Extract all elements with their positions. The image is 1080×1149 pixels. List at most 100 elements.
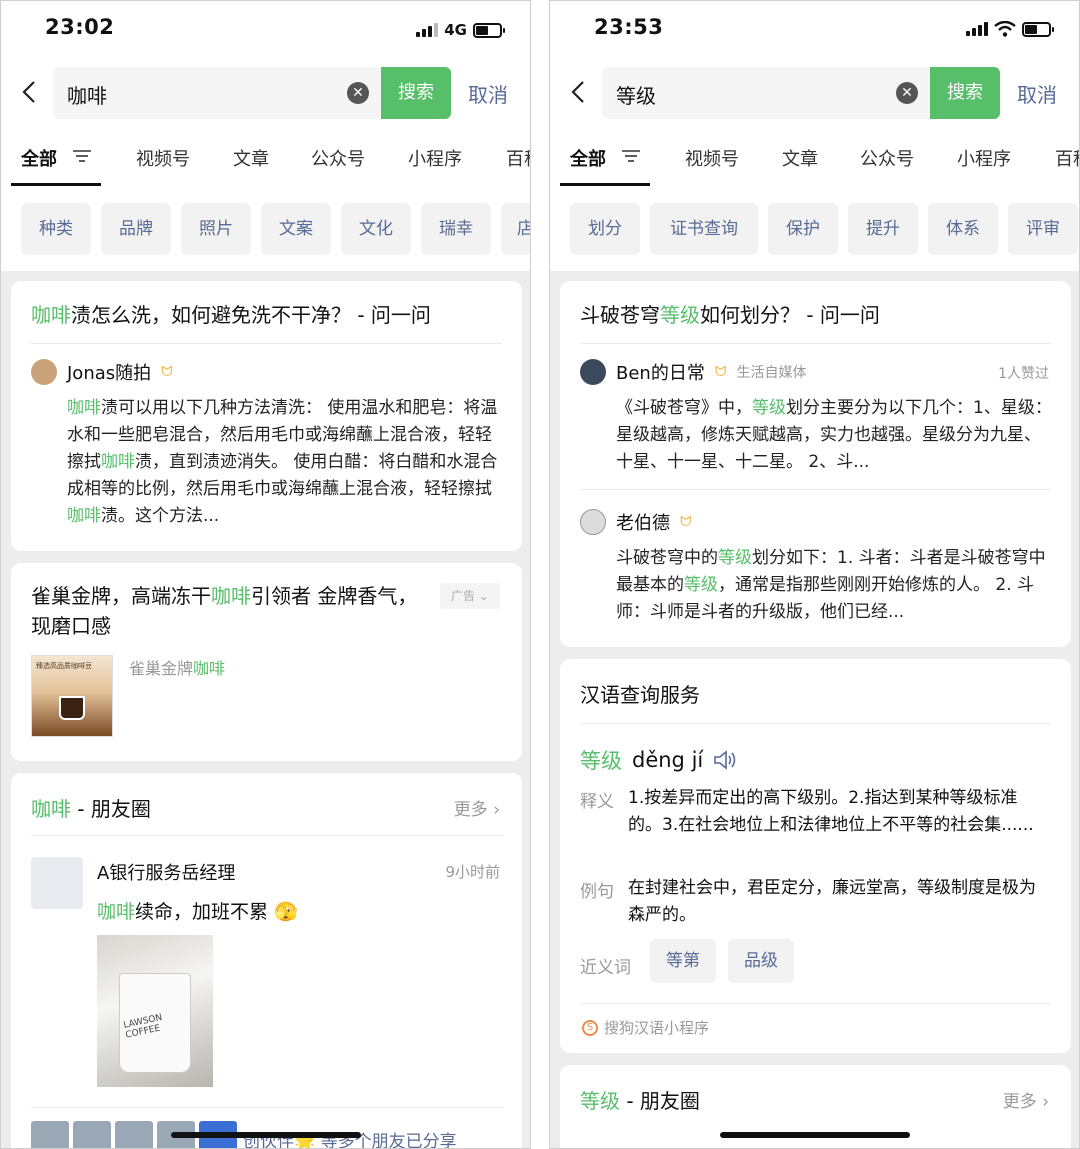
divider — [580, 489, 1051, 490]
tab-articles[interactable]: 文章 — [782, 145, 818, 171]
post-photo[interactable]: LAWSON COFFEE — [97, 935, 213, 1087]
answer-snippet[interactable]: 咖啡渍可以用以下几种方法清洗： 使用温水和肥皂：将温水和一些肥皂混合，然后用毛巾… — [67, 395, 507, 530]
result-title[interactable]: 咖啡渍怎么洗，如何避免洗不干净？ - 问一问 — [31, 299, 431, 328]
divider — [31, 835, 502, 836]
synonym-chip[interactable]: 品级 — [728, 939, 794, 983]
more-link[interactable]: 更多 › — [454, 795, 500, 820]
ad-brand[interactable]: 雀巢金牌咖啡 — [129, 655, 225, 679]
tab-accounts[interactable]: 公众号 — [860, 145, 914, 171]
tab-miniprograms[interactable]: 小程序 — [957, 145, 1011, 171]
chip[interactable]: 照片 — [181, 203, 251, 255]
tab-encyclopedia[interactable]: 百科 — [1055, 145, 1079, 171]
likes-count: 1人赞过 — [998, 366, 1049, 382]
search-button[interactable]: 搜索 — [381, 67, 451, 119]
creator-badge-icon: ᗢ — [680, 514, 692, 530]
synonym-chip[interactable]: 等第 — [650, 939, 716, 983]
clear-icon[interactable]: ✕ — [896, 82, 918, 104]
chip[interactable]: 种类 — [21, 203, 91, 255]
cup-icon: LAWSON COFFEE — [119, 973, 191, 1073]
chip[interactable]: 文化 — [341, 203, 411, 255]
filter-icon[interactable] — [622, 149, 640, 163]
search-input[interactable]: 咖啡 — [67, 80, 107, 109]
chip[interactable]: 评审 — [1008, 203, 1078, 255]
chip[interactable]: 瑞幸 — [421, 203, 491, 255]
speaker-icon[interactable] — [713, 750, 737, 770]
result-title[interactable]: 斗破苍穹等级如何划分？ - 问一问 — [580, 299, 880, 328]
tab-channels[interactable]: 视频号 — [136, 145, 190, 171]
author-tag: 生活自媒体 — [736, 365, 807, 381]
cancel-button[interactable]: 取消 — [1017, 79, 1057, 108]
answer-author[interactable]: Jonas随拍 ᗢ — [31, 359, 173, 385]
tab-miniprograms[interactable]: 小程序 — [408, 145, 462, 171]
status-bar: 23:02 4G — [1, 1, 530, 59]
back-icon[interactable] — [19, 79, 41, 105]
divider — [580, 723, 1051, 724]
poster-name[interactable]: A银行服务岳经理 — [97, 859, 235, 885]
moments-title[interactable]: 咖啡 - 朋友圈 — [31, 793, 151, 822]
moments-title[interactable]: 等级 - 朋友圈 — [580, 1085, 700, 1114]
author-name: Jonas随拍 — [67, 363, 152, 384]
keyword-highlight: 等级 — [752, 398, 786, 418]
tab-accounts[interactable]: 公众号 — [311, 145, 365, 171]
cancel-button[interactable]: 取消 — [468, 79, 508, 108]
moments-card[interactable]: 咖啡 - 朋友圈 更多 › A银行服务岳经理 9小时前 咖啡续命，加班不累 🫣 … — [11, 773, 522, 1148]
ad-image-caption: 臻选高品质咖啡豆 — [36, 662, 92, 670]
ad-title[interactable]: 雀巢金牌，高端冻干咖啡引领者 金牌香气，现磨口感 — [31, 581, 431, 641]
example-label: 例句 — [580, 882, 614, 902]
avatar — [580, 359, 606, 385]
search-button[interactable]: 搜索 — [930, 67, 1000, 119]
status-icons: 4G — [416, 21, 505, 39]
keyword-highlight: 咖啡 — [67, 398, 101, 418]
emoji-icon: 🫣 — [268, 901, 298, 923]
snippet-text: 渍。这个方法... — [101, 506, 220, 526]
dictionary-card[interactable]: 汉语查询服务 等级 děng jí 释义 1.按差异而定出的高下级别。2.指达到… — [560, 659, 1071, 1053]
status-bar: 23:53 — [550, 1, 1079, 59]
chip[interactable]: 保护 — [768, 203, 838, 255]
search-input[interactable]: 等级 — [616, 80, 656, 109]
dictionary-source[interactable]: S 搜狗汉语小程序 — [582, 1017, 709, 1038]
status-icons — [966, 21, 1054, 37]
more-link[interactable]: 更多 › — [1003, 1087, 1049, 1112]
chip[interactable]: 文案 — [261, 203, 331, 255]
chip[interactable]: 店 — [501, 203, 530, 255]
answer-snippet[interactable]: 《斗破苍穹》中，等级划分主要分为以下几个：1、星级：星级越高，修炼天赋越高，实力… — [616, 395, 1056, 476]
filter-icon[interactable] — [73, 149, 91, 163]
sogou-logo-icon: S — [582, 1019, 598, 1036]
chip[interactable]: 证书查询 — [650, 203, 758, 255]
suggestion-chips: 划分 证书查询 保护 提升 体系 评审 — [550, 187, 1079, 271]
poster-avatar[interactable] — [31, 857, 83, 909]
qa-result-card[interactable]: 斗破苍穹等级如何划分？ - 问一问 Ben的日常 ᗢ 生活自媒体 1人赞过 《斗… — [560, 281, 1071, 647]
battery-icon — [1022, 21, 1054, 37]
chip[interactable]: 划分 — [570, 203, 640, 255]
shared-by-friends[interactable]: 创伙伴🌟 等多个朋友已分享 — [243, 1127, 457, 1148]
author-name: Ben的日常 — [616, 363, 705, 384]
search-box: 等级 ✕ 搜索 — [602, 67, 1000, 119]
tab-all[interactable]: 全部 — [21, 145, 57, 171]
answer-snippet[interactable]: 斗破苍穹中的等级划分如下：1. 斗者：斗者是斗破苍穹中最基本的等级，通常是指那些… — [616, 545, 1056, 626]
definition-text: 1.按差异而定出的高下级别。2.指达到某种等级标准的。3.在社会地位上和法律地位… — [628, 788, 1034, 835]
tab-channels[interactable]: 视频号 — [685, 145, 739, 171]
post-text: 咖啡续命，加班不累 🫣 — [97, 901, 298, 923]
tab-encyclopedia[interactable]: 百科 — [506, 145, 530, 171]
back-icon[interactable] — [568, 79, 590, 105]
ad-tag[interactable]: 广告 ⌄ — [440, 583, 500, 609]
battery-icon — [473, 22, 505, 38]
keyword-highlight: 咖啡 — [67, 506, 101, 526]
ad-image[interactable]: 臻选高品质咖啡豆 — [31, 655, 113, 737]
divider — [31, 1107, 502, 1108]
tab-articles[interactable]: 文章 — [233, 145, 269, 171]
answer-author[interactable]: Ben的日常 ᗢ 生活自媒体 — [580, 359, 806, 385]
word-entry: 等级 děng jí — [580, 745, 737, 775]
search-box: 咖啡 ✕ 搜索 — [53, 67, 451, 119]
chip[interactable]: 体系 — [928, 203, 998, 255]
tab-all[interactable]: 全部 — [570, 145, 606, 171]
pinyin: děng jí — [632, 748, 704, 772]
signal-icon — [966, 22, 988, 36]
clear-icon[interactable]: ✕ — [347, 82, 369, 104]
chip[interactable]: 提升 — [848, 203, 918, 255]
author-name: 老伯德 — [616, 513, 670, 534]
answer-author[interactable]: 老伯德 ᗢ — [580, 509, 692, 535]
ad-card[interactable]: 雀巢金牌，高端冻干咖啡引领者 金牌香气，现磨口感 广告 ⌄ 臻选高品质咖啡豆 雀… — [11, 563, 522, 761]
chip[interactable]: 品牌 — [101, 203, 171, 255]
qa-result-card[interactable]: 咖啡渍怎么洗，如何避免洗不干净？ - 问一问 Jonas随拍 ᗢ 咖啡渍可以用以… — [11, 281, 522, 551]
